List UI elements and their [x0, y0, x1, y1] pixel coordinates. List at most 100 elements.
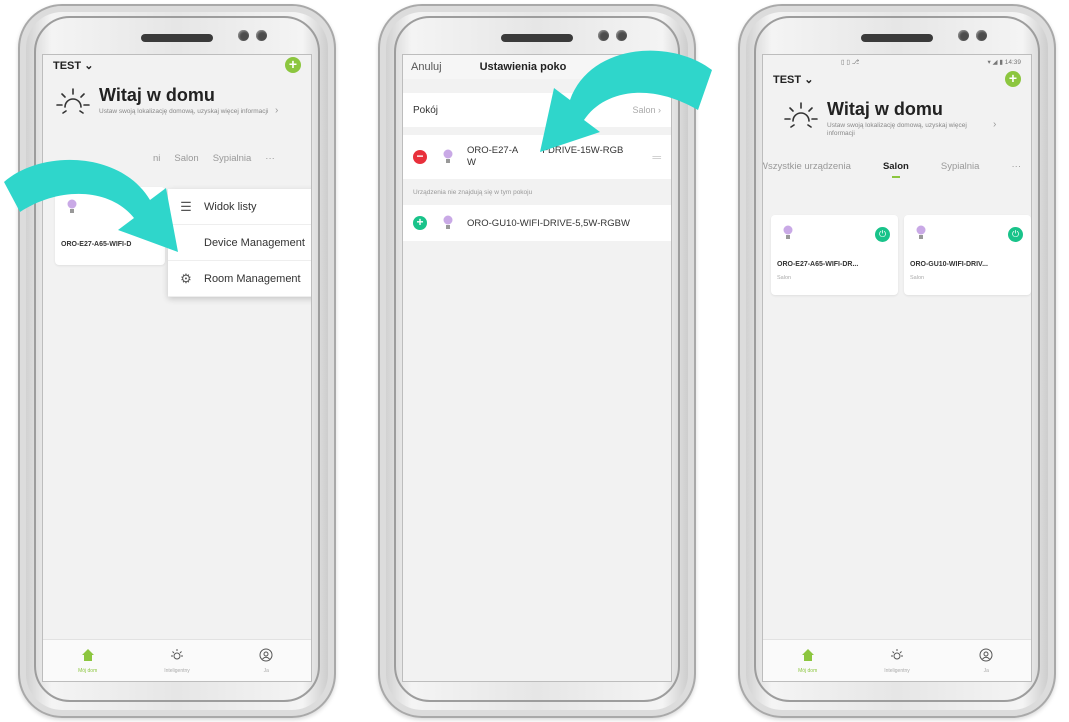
bulb-icon	[67, 199, 77, 213]
nav-label: Mój dom	[798, 667, 818, 674]
screen-3: ▯ ▯ ⎇ ▾ ◢ ▮ 14:39 TEST ⌄ + Witaj w domu …	[762, 54, 1032, 682]
user-icon	[979, 648, 993, 661]
screen-1: TEST ⌄ + Witaj w domu Ustaw swoją lokali…	[42, 54, 312, 682]
chevron-right-icon: ›	[658, 105, 661, 115]
menu-item-label: Device Management	[204, 236, 305, 249]
device-row-outside-room[interactable]: + ORO-GU10-WIFI-DRIVE-5,5W-RGBW	[403, 205, 671, 241]
device-name: ORO-E27-A65-WIFI-DR...	[777, 261, 859, 268]
bottom-nav: Mój dom Inteligentny Ja	[763, 639, 1031, 681]
menu-item-label: Room Management	[204, 272, 301, 285]
sun-icon	[890, 648, 903, 659]
welcome-title: Witaj w domu	[99, 85, 215, 105]
welcome-subtitle: Ustaw swoją lokalizację domową, uzyskaj …	[99, 108, 269, 115]
drag-handle-icon[interactable]: ═	[652, 150, 661, 164]
nav-label: Inteligentny	[884, 667, 910, 674]
nav-home[interactable]: Mój dom	[43, 640, 132, 681]
home-icon	[81, 648, 94, 661]
device-name: ORO-E27-A65-WIFI-D	[61, 241, 132, 248]
nav-home[interactable]: Mój dom	[763, 640, 852, 681]
bulb-icon	[443, 149, 453, 163]
nav-smart[interactable]: Inteligentny	[132, 640, 221, 681]
more-tabs-button[interactable]: ···	[1012, 161, 1022, 172]
camera-dot	[958, 30, 969, 41]
tab-sypialnia[interactable]: Sypialnia	[213, 153, 252, 164]
room-row[interactable]: Pokój Salon ›	[403, 93, 671, 127]
device-name: ORO-GU10-WIFI-DRIV...	[910, 261, 988, 268]
welcome-banner[interactable]: Witaj w domu Ustaw swoją lokalizację dom…	[43, 75, 311, 145]
speaker	[141, 34, 213, 42]
bulb-icon	[916, 225, 926, 239]
bulb-icon	[443, 215, 453, 229]
camera-dot	[256, 30, 267, 41]
nav-label: Mój dom	[78, 667, 98, 674]
device-name-part: FDRIVE-15W-RGB	[542, 145, 624, 156]
tab-all[interactable]: ni	[153, 153, 160, 164]
power-button[interactable]: ⏻	[875, 227, 890, 242]
status-time: 14:39	[1004, 59, 1021, 66]
device-card[interactable]: ORO-E27-A65-WIFI-D	[55, 187, 165, 265]
remove-device-button[interactable]: −	[413, 150, 427, 164]
nav-label: Ja	[263, 667, 269, 674]
menu-item-device-management[interactable]: Device Management	[168, 225, 311, 261]
signal-icon: ▾ ◢ ▮	[987, 59, 1003, 66]
tab-all[interactable]: Wszystkie urządzenia	[763, 161, 851, 172]
chevron-right-icon: ›	[993, 119, 997, 130]
screen-2: Anuluj Ustawienia poko Pokój Salon › − O…	[402, 54, 672, 682]
room-label: Pokój	[413, 104, 439, 116]
device-room: Salon	[777, 275, 792, 281]
home-name: TEST	[773, 73, 802, 86]
device-name-part: W	[467, 157, 476, 168]
room-value: Salon	[632, 105, 656, 115]
tutorial-stage: TEST ⌄ + Witaj w domu Ustaw swoją lokali…	[0, 0, 1069, 722]
add-device-button[interactable]: +	[285, 57, 301, 73]
section-label: Urządzenia nie znajdują się w tym pokoju	[413, 189, 533, 196]
nav-label: Ja	[983, 667, 989, 674]
home-selector[interactable]: TEST ⌄	[53, 59, 93, 72]
power-button[interactable]: ⏻	[1008, 227, 1023, 242]
notification-icons: ▯ ▯ ⎇	[841, 59, 860, 66]
device-name-part: ORO-E27-A	[467, 145, 519, 156]
nav-me[interactable]: Ja	[222, 640, 311, 681]
home-icon	[801, 648, 814, 661]
device-room: Salon	[910, 275, 925, 281]
tab-sypialnia[interactable]: Sypialnia	[941, 161, 980, 172]
chevron-right-icon: ›	[275, 105, 279, 116]
camera-dot	[976, 30, 987, 41]
nav-smart[interactable]: Inteligentny	[852, 640, 941, 681]
page-title: Ustawienia poko	[479, 61, 567, 73]
camera-dot	[238, 30, 249, 41]
device-card[interactable]: ⏻ ORO-GU10-WIFI-DRIV... Salon	[904, 215, 1031, 295]
device-name: ORO-GU10-WIFI-DRIVE-5,5W-RGBW	[467, 217, 630, 229]
gear-icon: ⚙	[180, 270, 192, 286]
more-tabs-button[interactable]: ···	[265, 153, 275, 164]
phone-frame-3: ▯ ▯ ⎇ ▾ ◢ ▮ 14:39 TEST ⌄ + Witaj w domu …	[738, 4, 1056, 718]
room-tabs: Wszystkie urządzenia Salon Sypialnia ···	[763, 153, 1031, 179]
list-icon: ☰	[180, 198, 192, 214]
bottom-nav: Mój dom Inteligentny Ja	[43, 639, 311, 681]
add-device-button[interactable]: +	[1005, 71, 1021, 87]
device-row-in-room[interactable]: − ORO-E27-A FDRIVE-15W-RGB W ═	[403, 135, 671, 179]
room-tabs: ni Salon Sypialnia ···	[43, 145, 311, 171]
welcome-banner[interactable]: Witaj w domu Ustaw swoją lokalizację dom…	[763, 89, 1031, 153]
sun-icon	[170, 648, 183, 659]
tab-salon[interactable]: Salon	[174, 153, 198, 164]
user-icon	[259, 648, 273, 661]
tab-salon[interactable]: Salon	[883, 161, 909, 178]
chevron-down-icon: ⌄	[84, 59, 94, 72]
menu-item-list-view[interactable]: ☰ Widok listy	[168, 189, 311, 225]
device-card[interactable]: ⏻ ORO-E27-A65-WIFI-DR... Salon	[771, 215, 898, 295]
status-bar: ▯ ▯ ⎇ ▾ ◢ ▮ 14:39	[763, 55, 1031, 69]
camera-dot	[616, 30, 627, 41]
phone-frame-2: Anuluj Ustawienia poko Pokój Salon › − O…	[378, 4, 696, 718]
cancel-button[interactable]: Anuluj	[411, 61, 442, 73]
top-bar: TEST ⌄ +	[43, 55, 311, 75]
menu-item-room-management[interactable]: ⚙ Room Management	[168, 261, 311, 297]
camera-dot	[598, 30, 609, 41]
home-selector[interactable]: TEST ⌄	[773, 73, 813, 86]
sun-icon	[56, 88, 90, 114]
welcome-title: Witaj w domu	[827, 99, 943, 119]
add-to-room-button[interactable]: +	[413, 216, 427, 230]
welcome-subtitle: Ustaw swoją lokalizację domową, uzyskaj …	[827, 122, 967, 137]
dropdown-menu: ☰ Widok listy Device Management ⚙ Room M…	[168, 189, 311, 297]
nav-me[interactable]: Ja	[942, 640, 1031, 681]
